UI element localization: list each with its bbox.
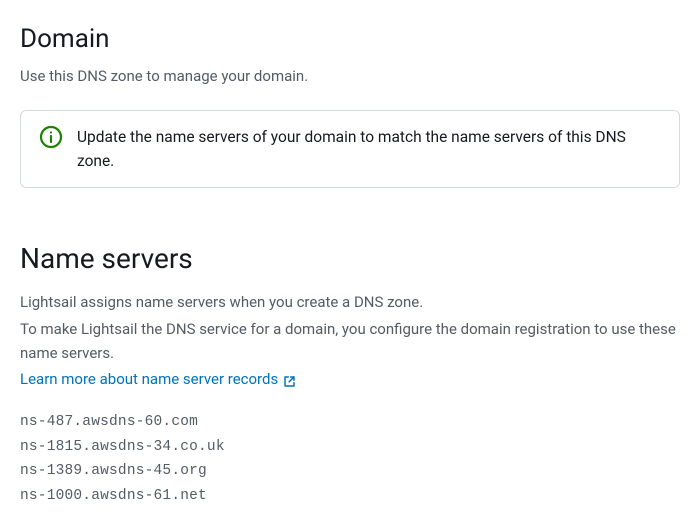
- nameserver-list: ns-487.awsdns-60.com ns-1815.awsdns-34.c…: [20, 410, 680, 509]
- nameservers-desc-line2: To make Lightsail the DNS service for a …: [20, 317, 680, 365]
- nameservers-desc-line1: Lightsail assigns name servers when you …: [20, 290, 680, 314]
- nameserver-record: ns-1000.awsdns-61.net: [20, 484, 680, 509]
- domain-heading: Domain: [20, 20, 680, 59]
- info-box: Update the name servers of your domain t…: [20, 110, 680, 188]
- domain-description: Use this DNS zone to manage your domain.: [20, 65, 680, 88]
- learn-more-label: Learn more about name server records: [20, 368, 278, 391]
- learn-more-link[interactable]: Learn more about name server records: [20, 368, 296, 391]
- info-icon: [39, 125, 63, 149]
- nameserver-record: ns-487.awsdns-60.com: [20, 410, 680, 435]
- nameservers-heading: Name servers: [20, 238, 680, 280]
- nameserver-record: ns-1389.awsdns-45.org: [20, 459, 680, 484]
- nameserver-record: ns-1815.awsdns-34.co.uk: [20, 435, 680, 460]
- external-link-icon: [283, 372, 296, 385]
- info-message: Update the name servers of your domain t…: [77, 125, 661, 173]
